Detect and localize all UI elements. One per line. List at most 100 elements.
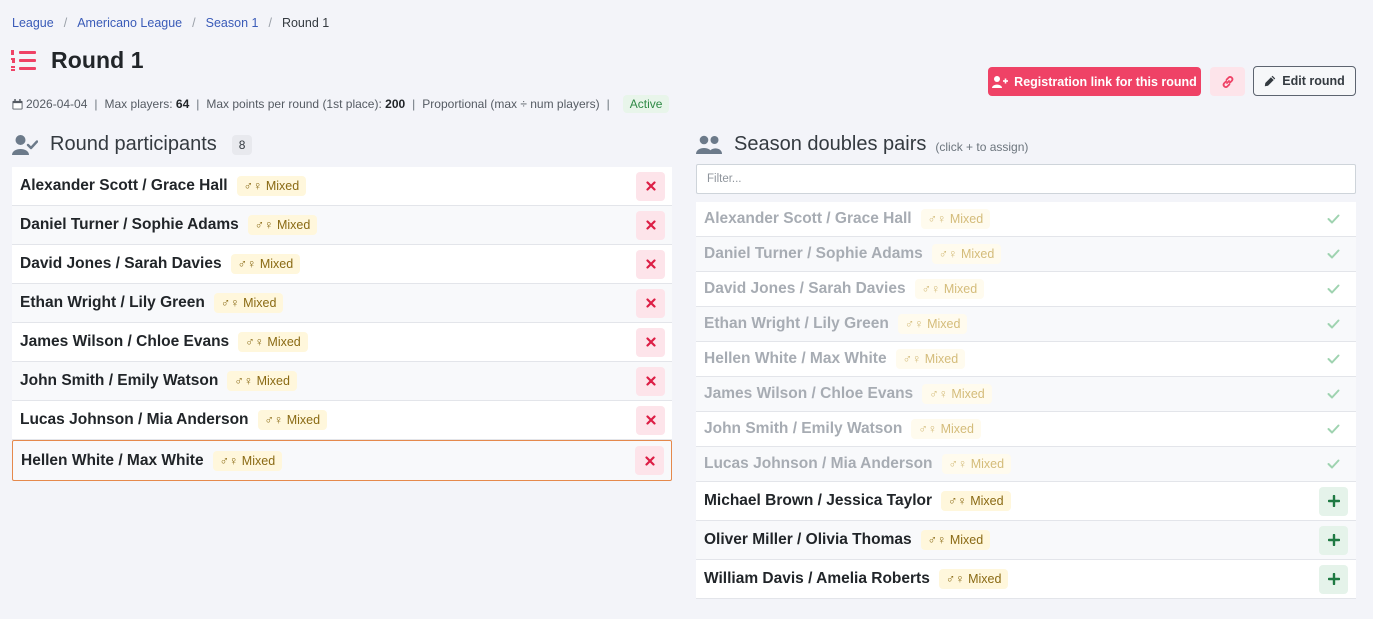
mixed-badge: ♂♀ Mixed <box>931 244 1002 264</box>
breadcrumb-separator: / <box>63 16 68 30</box>
pair-row-assigned: Ethan Wright / Lily Green ♂♀ Mixed <box>696 307 1356 342</box>
mixed-badge: ♂♀ Mixed <box>922 384 992 404</box>
remove-participant-button[interactable] <box>636 249 665 279</box>
pair-name: John Smith / Emily Watson <box>20 372 219 389</box>
remove-participant-button[interactable] <box>636 366 665 396</box>
participant-row: Ethan Wright / Lily Green ♂♀ Mixed <box>12 284 672 323</box>
breadcrumb: League / Americano League / Season 1 / R… <box>12 16 329 30</box>
participant-row-highlighted: Hellen White / Max White ♂♀ Mixed <box>12 440 672 481</box>
remove-participant-button[interactable] <box>636 405 665 435</box>
season-pairs-title: Season doubles pairs <box>734 133 927 155</box>
pair-name: David Jones / Sarah Davies <box>20 255 222 272</box>
check-icon <box>1324 455 1342 473</box>
mixed-badge: ♂♀ Mixed <box>941 454 1012 474</box>
pair-name: John Smith / Emily Watson <box>704 420 903 437</box>
mixed-badge: ♂♀ Mixed <box>227 371 297 391</box>
pair-name: Ethan Wright / Lily Green <box>704 315 889 332</box>
mixed-badge: ♂♀ Mixed <box>257 410 328 430</box>
pair-name: Oliver Miller / Olivia Thomas <box>704 531 912 548</box>
edit-round-button[interactable]: Edit round <box>1253 66 1356 96</box>
pair-name: Alexander Scott / Grace Hall <box>20 177 228 194</box>
pair-row-assigned: James Wilson / Chloe Evans ♂♀ Mixed <box>696 377 1356 412</box>
round-date: 2026-04-04 <box>26 97 88 111</box>
mixed-badge: ♂♀ Mixed <box>897 314 968 334</box>
registration-link-label: Registration link for this round <box>1014 74 1197 89</box>
remove-participant-button[interactable] <box>636 210 665 240</box>
plus-icon <box>1327 573 1340 585</box>
pair-name: David Jones / Sarah Davies <box>704 280 906 297</box>
close-icon <box>645 259 656 269</box>
pencil-icon <box>1265 75 1276 87</box>
close-icon <box>645 220 656 230</box>
pair-row-assigned: Alexander Scott / Grace Hall ♂♀ Mixed <box>696 202 1356 237</box>
filter-input[interactable] <box>696 164 1356 194</box>
pair-row-assigned: Daniel Turner / Sophie Adams ♂♀ Mixed <box>696 237 1356 272</box>
mixed-badge: ♂♀ Mixed <box>247 215 318 235</box>
plus-icon <box>1327 495 1340 507</box>
pair-name: James Wilson / Chloe Evans <box>704 385 914 402</box>
meta-divider: | <box>94 97 98 111</box>
assign-pair-button[interactable] <box>1319 564 1348 594</box>
max-players-value: 64 <box>175 97 190 111</box>
season-pairs-list: Alexander Scott / Grace Hall ♂♀ Mixed Dan… <box>696 202 1356 599</box>
plus-icon <box>1327 534 1340 546</box>
mixed-badge: ♂♀ Mixed <box>914 279 985 299</box>
pair-name: Hellen White / Max White <box>704 350 887 367</box>
participants-header: Round participants 8 <box>12 133 253 156</box>
assign-pair-button[interactable] <box>1319 486 1348 516</box>
participant-row: James Wilson / Chloe Evans ♂♀ Mixed <box>12 323 672 362</box>
remove-participant-button[interactable] <box>636 288 665 318</box>
breadcrumb-current: Round 1 <box>281 16 330 30</box>
pair-row-assigned: John Smith / Emily Watson ♂♀ Mixed <box>696 412 1356 447</box>
breadcrumb-separator: / <box>268 16 272 30</box>
max-players-label: Max players: <box>104 97 173 111</box>
remove-participant-button[interactable] <box>636 171 665 201</box>
pair-name: Alexander Scott / Grace Hall <box>704 210 912 227</box>
mixed-badge: ♂♀ Mixed <box>212 450 283 471</box>
pair-row-available: Oliver Miller / Olivia Thomas ♂♀ Mixed <box>696 521 1356 560</box>
list-ol-icon <box>11 49 36 71</box>
mixed-badge: ♂♀ Mixed <box>938 569 1009 589</box>
meta-divider: | <box>412 97 416 111</box>
mixed-badge: ♂♀ Mixed <box>941 491 1011 511</box>
remove-participant-button[interactable] <box>635 446 664 475</box>
pair-name: Lucas Johnson / Mia Anderson <box>20 411 249 428</box>
breadcrumb-americano-league[interactable]: Americano League <box>77 16 182 30</box>
participant-row: John Smith / Emily Watson ♂♀ Mixed <box>12 362 672 401</box>
breadcrumb-league[interactable]: League <box>12 16 54 30</box>
copy-link-button[interactable] <box>1210 67 1245 96</box>
pair-name: Michael Brown / Jessica Taylor <box>704 492 932 509</box>
check-icon <box>1324 420 1342 438</box>
season-pairs-hint: (click + to assign) <box>935 139 1029 154</box>
pair-row-assigned: David Jones / Sarah Davies ♂♀ Mixed <box>696 272 1356 307</box>
meta-divider: | <box>606 97 610 111</box>
close-icon <box>645 376 656 386</box>
check-icon <box>1324 315 1342 333</box>
pair-name: Daniel Turner / Sophie Adams <box>704 245 923 262</box>
check-icon <box>1324 385 1342 403</box>
title-row: Round 1 <box>11 47 144 74</box>
remove-participant-button[interactable] <box>636 327 665 357</box>
mixed-badge: ♂♀ Mixed <box>238 332 308 352</box>
registration-link-button[interactable]: Registration link for this round <box>988 67 1201 96</box>
check-icon <box>1324 245 1342 263</box>
participant-row: Lucas Johnson / Mia Anderson ♂♀ Mixed <box>12 401 672 440</box>
pair-name: William Davis / Amelia Roberts <box>704 570 930 587</box>
mixed-badge: ♂♀ Mixed <box>230 254 301 274</box>
close-icon <box>645 415 656 425</box>
status-badge: Active <box>622 95 670 113</box>
breadcrumb-season[interactable]: Season 1 <box>206 16 259 30</box>
mixed-badge: ♂♀ Mixed <box>920 530 991 550</box>
assign-pair-button[interactable] <box>1319 525 1348 555</box>
mixed-badge: ♂♀ Mixed <box>920 209 991 229</box>
mixed-badge: ♂♀ Mixed <box>895 349 966 369</box>
participant-row: Alexander Scott / Grace Hall ♂♀ Mixed <box>12 167 672 206</box>
pair-name: James Wilson / Chloe Evans <box>20 333 230 350</box>
pair-row-assigned: Lucas Johnson / Mia Anderson ♂♀ Mixed <box>696 447 1356 482</box>
page-title: Round 1 <box>51 47 144 73</box>
pair-row-available: Michael Brown / Jessica Taylor ♂♀ Mixed <box>696 482 1356 521</box>
check-icon <box>1324 210 1342 228</box>
close-icon <box>645 181 656 191</box>
close-icon <box>645 337 656 347</box>
mixed-badge: ♂♀ Mixed <box>911 419 981 439</box>
